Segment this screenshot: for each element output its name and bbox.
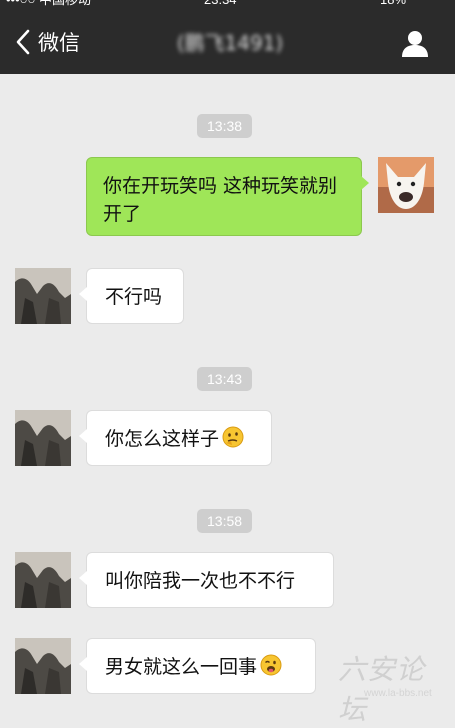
outgoing-message[interactable]: 你在开玩笑吗 这种玩笑就别开了 bbox=[86, 157, 369, 236]
message-text: 你在开玩笑吗 这种玩笑就别开了 bbox=[103, 175, 338, 225]
winking-tongue-face-icon bbox=[260, 654, 282, 676]
message-text: 叫你陪我一次也不不行 bbox=[105, 570, 296, 592]
back-label: 微信 bbox=[38, 31, 80, 55]
chat-title: (鹏飞1491) bbox=[176, 31, 284, 55]
status-time: 23:34 bbox=[204, 0, 237, 8]
my-avatar[interactable] bbox=[378, 157, 434, 213]
contact-avatar[interactable] bbox=[15, 552, 71, 608]
rock-avatar-image bbox=[15, 268, 71, 324]
timestamp: 13:58 bbox=[197, 509, 253, 533]
watermark-url: www.la-bbs.net bbox=[364, 688, 432, 699]
person-icon bbox=[402, 31, 428, 57]
back-button[interactable]: 微信 bbox=[14, 26, 80, 58]
timestamp: 13:43 bbox=[197, 367, 253, 391]
status-bar: •••○○ 中国移动 23:34 18% bbox=[0, 0, 455, 8]
contact-avatar[interactable] bbox=[15, 410, 71, 466]
message-text: 男女就这么一回事 bbox=[105, 656, 258, 678]
contact-avatar[interactable] bbox=[15, 268, 71, 324]
chevron-left-icon bbox=[16, 29, 30, 55]
rock-avatar-image bbox=[15, 552, 71, 608]
forum-watermark: 六安论坛 www.la-bbs.net bbox=[330, 648, 452, 726]
carrier-label: •••○○ 中国移动 bbox=[6, 0, 91, 8]
thinking-face-icon bbox=[222, 426, 244, 448]
rock-avatar-image bbox=[15, 410, 71, 466]
rock-avatar-image bbox=[15, 638, 71, 694]
message-text: 你怎么这样子 bbox=[105, 428, 220, 450]
nav-bar: 微信 (鹏飞1491) bbox=[0, 8, 455, 74]
incoming-message[interactable]: 男女就这么一回事 bbox=[79, 638, 316, 694]
dog-avatar-image bbox=[378, 157, 434, 213]
incoming-message[interactable]: 你怎么这样子 bbox=[79, 410, 272, 466]
message-text: 不行吗 bbox=[105, 286, 163, 308]
battery-label: 18% bbox=[380, 0, 406, 8]
timestamp: 13:38 bbox=[197, 114, 253, 138]
incoming-message[interactable]: 不行吗 bbox=[79, 268, 184, 324]
incoming-message[interactable]: 叫你陪我一次也不不行 bbox=[79, 552, 334, 608]
contact-avatar[interactable] bbox=[15, 638, 71, 694]
chat-info-button[interactable] bbox=[398, 28, 432, 58]
